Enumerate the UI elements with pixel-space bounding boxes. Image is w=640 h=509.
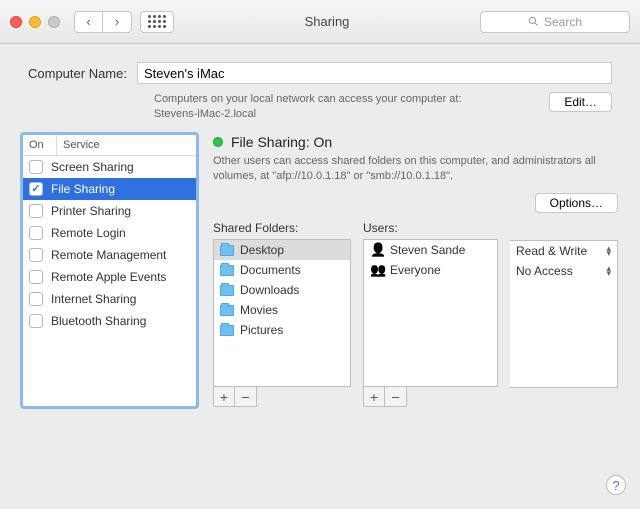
folder-name: Pictures bbox=[240, 323, 283, 337]
user-name: Steven Sande bbox=[390, 243, 465, 257]
back-button[interactable]: ‹ bbox=[75, 12, 103, 32]
service-row[interactable]: Remote Apple Events bbox=[23, 266, 196, 288]
permissions-list[interactable]: Read & Write ▴▾ No Access ▴▾ bbox=[510, 240, 618, 388]
shared-folders-list[interactable]: Desktop Documents Downloads Movies Pictures bbox=[213, 239, 351, 387]
service-label: Screen Sharing bbox=[51, 160, 134, 174]
computer-name-row: Computer Name: bbox=[0, 44, 640, 90]
detail-pane: File Sharing: On Other users can access … bbox=[213, 134, 618, 408]
services-header-service: Service bbox=[57, 135, 196, 155]
service-checkbox[interactable] bbox=[29, 314, 43, 328]
folder-name: Desktop bbox=[240, 243, 284, 257]
service-row[interactable]: Bluetooth Sharing bbox=[23, 310, 196, 332]
permission-value: Read & Write bbox=[516, 244, 587, 258]
folder-icon bbox=[220, 245, 234, 256]
permission-stepper-icon[interactable]: ▴▾ bbox=[606, 246, 611, 256]
forward-button[interactable]: › bbox=[103, 12, 131, 32]
services-header-on: On bbox=[23, 135, 57, 155]
service-label: File Sharing bbox=[51, 182, 115, 196]
service-checkbox[interactable] bbox=[29, 226, 43, 240]
close-window-button[interactable] bbox=[10, 16, 22, 28]
folder-row[interactable]: Pictures bbox=[214, 320, 350, 340]
service-row[interactable]: Remote Management bbox=[23, 244, 196, 266]
computer-name-label: Computer Name: bbox=[28, 66, 127, 81]
shared-folders-column: Shared Folders: Desktop Documents Download… bbox=[213, 221, 351, 407]
status-title: File Sharing: On bbox=[231, 134, 332, 150]
user-name: Everyone bbox=[390, 263, 441, 277]
users-list[interactable]: 👤 Steven Sande 👥 Everyone bbox=[363, 239, 498, 387]
service-label: Internet Sharing bbox=[51, 292, 136, 306]
service-checkbox[interactable] bbox=[29, 160, 43, 174]
traffic-lights bbox=[10, 16, 60, 28]
permission-stepper-icon[interactable]: ▴▾ bbox=[606, 266, 611, 276]
user-row[interactable]: 👥 Everyone bbox=[364, 260, 497, 280]
minimize-window-button[interactable] bbox=[29, 16, 41, 28]
permission-value: No Access bbox=[516, 264, 573, 278]
computer-name-subrow: Computers on your local network can acce… bbox=[0, 90, 640, 134]
services-list[interactable]: On Service Screen Sharing File Sharing Pri… bbox=[22, 134, 197, 408]
options-button[interactable]: Options… bbox=[535, 193, 618, 213]
service-checkbox[interactable] bbox=[29, 270, 43, 284]
folder-icon bbox=[220, 305, 234, 316]
service-checkbox[interactable] bbox=[29, 292, 43, 306]
service-row[interactable]: Printer Sharing bbox=[23, 200, 196, 222]
add-user-button[interactable]: + bbox=[364, 387, 385, 406]
grid-icon bbox=[148, 15, 166, 28]
service-label: Printer Sharing bbox=[51, 204, 131, 218]
zoom-window-button[interactable] bbox=[48, 16, 60, 28]
folder-icon bbox=[220, 325, 234, 336]
users-label: Users: bbox=[363, 221, 498, 235]
folder-row[interactable]: Downloads bbox=[214, 280, 350, 300]
permissions-column: Read & Write ▴▾ No Access ▴▾ bbox=[510, 221, 618, 407]
remove-user-button[interactable]: − bbox=[385, 387, 406, 406]
nav-back-forward: ‹ › bbox=[74, 11, 132, 33]
service-row[interactable]: File Sharing bbox=[23, 178, 196, 200]
status-indicator-icon bbox=[213, 137, 223, 147]
folder-icon bbox=[220, 265, 234, 276]
service-label: Bluetooth Sharing bbox=[51, 314, 146, 328]
service-label: Remote Login bbox=[51, 226, 126, 240]
main-content: On Service Screen Sharing File Sharing Pri… bbox=[0, 134, 640, 430]
service-label: Remote Management bbox=[51, 248, 166, 262]
help-button[interactable]: ? bbox=[606, 475, 626, 495]
folder-icon bbox=[220, 285, 234, 296]
folder-row[interactable]: Movies bbox=[214, 300, 350, 320]
service-label: Remote Apple Events bbox=[51, 270, 166, 284]
show-all-button[interactable] bbox=[140, 11, 174, 33]
folder-row[interactable]: Desktop bbox=[214, 240, 350, 260]
window-titlebar: ‹ › Sharing Search bbox=[0, 0, 640, 44]
group-icon: 👥 bbox=[370, 262, 384, 278]
window-title: Sharing bbox=[182, 14, 472, 29]
users-column: Users: 👤 Steven Sande 👥 Everyone + − bbox=[363, 221, 498, 407]
service-checkbox[interactable] bbox=[29, 204, 43, 218]
shared-folders-controls: + − bbox=[213, 387, 257, 407]
search-input[interactable]: Search bbox=[480, 11, 630, 33]
search-placeholder: Search bbox=[544, 15, 582, 29]
service-row[interactable]: Internet Sharing bbox=[23, 288, 196, 310]
shared-folders-label: Shared Folders: bbox=[213, 221, 351, 235]
person-icon: 👤 bbox=[370, 242, 384, 258]
folder-row[interactable]: Documents bbox=[214, 260, 350, 280]
computer-name-description: Computers on your local network can acce… bbox=[154, 92, 535, 122]
edit-hostname-button[interactable]: Edit… bbox=[549, 92, 612, 112]
service-row[interactable]: Remote Login bbox=[23, 222, 196, 244]
computer-name-field[interactable] bbox=[137, 62, 612, 84]
service-checkbox[interactable] bbox=[29, 182, 43, 196]
search-icon bbox=[528, 16, 539, 27]
folder-name: Documents bbox=[240, 263, 301, 277]
service-checkbox[interactable] bbox=[29, 248, 43, 262]
permission-row[interactable]: No Access ▴▾ bbox=[510, 261, 617, 281]
permission-row[interactable]: Read & Write ▴▾ bbox=[510, 241, 617, 261]
add-folder-button[interactable]: + bbox=[214, 387, 235, 406]
status-description: Other users can access shared folders on… bbox=[213, 154, 618, 184]
user-row[interactable]: 👤 Steven Sande bbox=[364, 240, 497, 260]
service-row[interactable]: Screen Sharing bbox=[23, 156, 196, 178]
services-header: On Service bbox=[23, 135, 196, 156]
columns: Shared Folders: Desktop Documents Download… bbox=[213, 221, 618, 407]
remove-folder-button[interactable]: − bbox=[235, 387, 256, 406]
folder-name: Downloads bbox=[240, 283, 299, 297]
users-controls: + − bbox=[363, 387, 407, 407]
status-row: File Sharing: On bbox=[213, 134, 618, 150]
folder-name: Movies bbox=[240, 303, 278, 317]
